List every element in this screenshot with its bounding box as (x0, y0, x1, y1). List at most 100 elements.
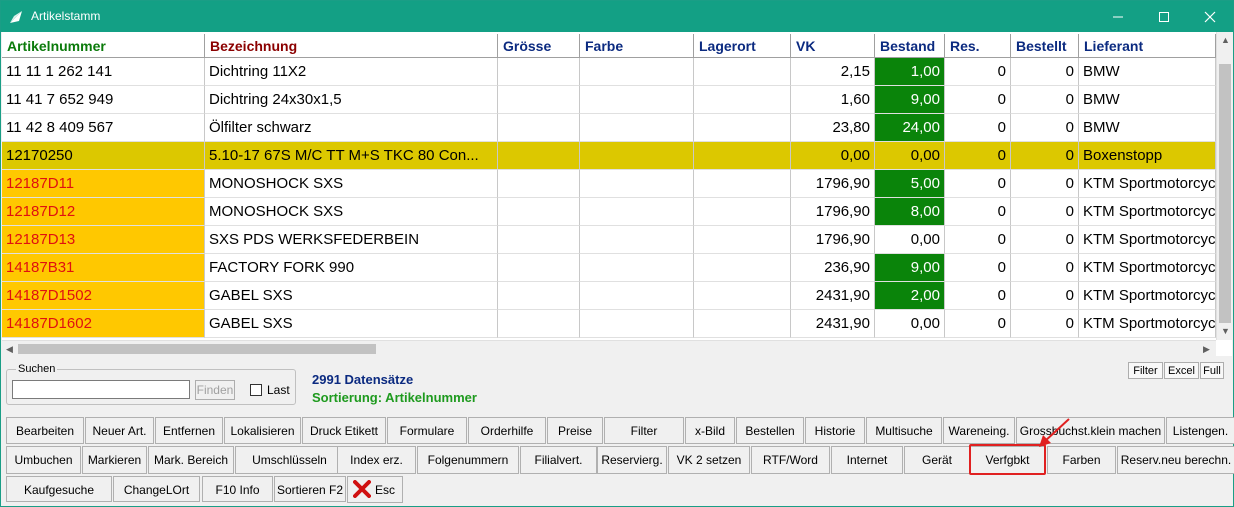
cell-bestand[interactable]: 5,00 (875, 170, 945, 198)
search-input[interactable] (12, 380, 190, 399)
cell-lieferant[interactable]: KTM Sportmotorcycle (1079, 254, 1216, 282)
cell-farbe[interactable] (580, 310, 694, 338)
cell-artnr[interactable]: 12187D12 (2, 198, 205, 226)
bestellen-button[interactable]: Bestellen (736, 417, 804, 444)
cell-vk[interactable]: 2431,90 (791, 282, 875, 310)
ger-t-button[interactable]: Gerät (904, 446, 970, 474)
cell-vk[interactable]: 1796,90 (791, 198, 875, 226)
filialvert-button[interactable]: Filialvert. (520, 446, 597, 474)
index-erz-button[interactable]: Index erz. (337, 446, 416, 474)
cell-bestand[interactable]: 24,00 (875, 114, 945, 142)
entfernen-button[interactable]: Entfernen (155, 417, 223, 444)
filter-button[interactable]: Filter (604, 417, 684, 444)
mark-bereich-button[interactable]: Mark. Bereich (148, 446, 234, 474)
cell-groesse[interactable] (498, 142, 580, 170)
cell-farbe[interactable] (580, 170, 694, 198)
cell-bez[interactable]: Dichtring 11X2 (205, 58, 498, 86)
cell-res[interactable]: 0 (945, 282, 1011, 310)
cell-bestand[interactable]: 9,00 (875, 254, 945, 282)
historie-button[interactable]: Historie (805, 417, 865, 444)
cell-bez[interactable]: SXS PDS WERKSFEDERBEIN (205, 226, 498, 254)
cell-bestand[interactable]: 8,00 (875, 198, 945, 226)
cell-artnr[interactable]: 12187D11 (2, 170, 205, 198)
col-header-artikelnummer[interactable]: Artikelnummer (2, 34, 205, 58)
cell-farbe[interactable] (580, 226, 694, 254)
article-grid[interactable]: Artikelnummer Bezeichnung Grösse Farbe L… (2, 32, 1232, 356)
cell-farbe[interactable] (580, 58, 694, 86)
cell-groesse[interactable] (498, 282, 580, 310)
preise-button[interactable]: Preise (547, 417, 603, 444)
cell-farbe[interactable] (580, 198, 694, 226)
vk-2-setzen-button[interactable]: VK 2 setzen (668, 446, 750, 474)
cell-bestand[interactable]: 9,00 (875, 86, 945, 114)
cell-lagerort[interactable] (694, 114, 791, 142)
cell-bestellt[interactable]: 0 (1011, 170, 1079, 198)
cell-res[interactable]: 0 (945, 114, 1011, 142)
cell-res[interactable]: 0 (945, 198, 1011, 226)
changelort-button[interactable]: ChangeLOrt (113, 476, 200, 502)
markieren-button[interactable]: Markieren (82, 446, 147, 474)
cell-bez[interactable]: Ölfilter schwarz (205, 114, 498, 142)
close-button[interactable] (1187, 1, 1233, 32)
cell-artnr[interactable]: 11 41 7 652 949 (2, 86, 205, 114)
col-header-vk[interactable]: VK (791, 34, 875, 58)
scroll-up-icon[interactable]: ▲ (1221, 35, 1230, 45)
find-button[interactable]: Finden (195, 380, 235, 400)
cell-bestellt[interactable]: 0 (1011, 282, 1079, 310)
cell-bez[interactable]: FACTORY FORK 990 (205, 254, 498, 282)
cell-farbe[interactable] (580, 142, 694, 170)
cell-groesse[interactable] (498, 114, 580, 142)
horizontal-scroll-thumb[interactable] (18, 344, 376, 354)
col-header-bezeichnung[interactable]: Bezeichnung (205, 34, 498, 58)
reservierg-button[interactable]: Reservierg. (597, 446, 667, 474)
cell-artnr[interactable]: 14187D1602 (2, 310, 205, 338)
cell-res[interactable]: 0 (945, 170, 1011, 198)
cell-lagerort[interactable] (694, 310, 791, 338)
cell-lagerort[interactable] (694, 198, 791, 226)
cell-bestellt[interactable]: 0 (1011, 198, 1079, 226)
cell-farbe[interactable] (580, 254, 694, 282)
cell-lieferant[interactable]: BMW (1079, 58, 1216, 86)
cell-lagerort[interactable] (694, 58, 791, 86)
cell-bez[interactable]: MONOSHOCK SXS (205, 170, 498, 198)
full-button[interactable]: Full (1200, 362, 1224, 379)
col-header-lagerort[interactable]: Lagerort (694, 34, 791, 58)
scroll-down-icon[interactable]: ▼ (1221, 326, 1230, 336)
last-checkbox[interactable] (250, 384, 262, 396)
cell-artnr[interactable]: 11 11 1 262 141 (2, 58, 205, 86)
bearbeiten-button[interactable]: Bearbeiten (6, 417, 84, 444)
cell-artnr[interactable]: 14187D1502 (2, 282, 205, 310)
cell-artnr[interactable]: 11 42 8 409 567 (2, 114, 205, 142)
minimize-button[interactable] (1095, 1, 1141, 32)
cell-vk[interactable]: 23,80 (791, 114, 875, 142)
cell-bestand[interactable]: 2,00 (875, 282, 945, 310)
wareneing-button[interactable]: Wareneing. (943, 417, 1015, 444)
cell-lieferant[interactable]: BMW (1079, 114, 1216, 142)
sortieren-f2-button[interactable]: Sortieren F2 (274, 476, 346, 502)
cell-bez[interactable]: 5.10-17 67S M/C TT M+S TKC 80 Con... (205, 142, 498, 170)
cell-lieferant[interactable]: Boxenstopp (1079, 142, 1216, 170)
cell-artnr[interactable]: 12170250 (2, 142, 205, 170)
cell-bestand[interactable]: 1,00 (875, 58, 945, 86)
cell-res[interactable]: 0 (945, 86, 1011, 114)
cell-bestellt[interactable]: 0 (1011, 58, 1079, 86)
excel-button[interactable]: Excel (1164, 362, 1199, 379)
cell-vk[interactable]: 2431,90 (791, 310, 875, 338)
cell-lagerort[interactable] (694, 170, 791, 198)
vertical-scrollbar[interactable]: ▲ ▼ (1216, 32, 1232, 340)
cell-vk[interactable]: 0,00 (791, 142, 875, 170)
cell-lieferant[interactable]: KTM Sportmotorcycle (1079, 282, 1216, 310)
x-bild-button[interactable]: x-Bild (685, 417, 735, 444)
cell-groesse[interactable] (498, 198, 580, 226)
cell-res[interactable]: 0 (945, 142, 1011, 170)
cell-groesse[interactable] (498, 58, 580, 86)
folgenummern-button[interactable]: Folgenummern (417, 446, 519, 474)
orderhilfe-button[interactable]: Orderhilfe (468, 417, 546, 444)
cell-artnr[interactable]: 12187D13 (2, 226, 205, 254)
cell-artnr[interactable]: 14187B31 (2, 254, 205, 282)
cell-bez[interactable]: GABEL SXS (205, 282, 498, 310)
rtf-word-button[interactable]: RTF/Word (751, 446, 830, 474)
col-header-bestand[interactable]: Bestand (875, 34, 945, 58)
scroll-right-icon[interactable]: ▶ (1203, 344, 1210, 354)
druck-etikett-button[interactable]: Druck Etikett (302, 417, 386, 444)
